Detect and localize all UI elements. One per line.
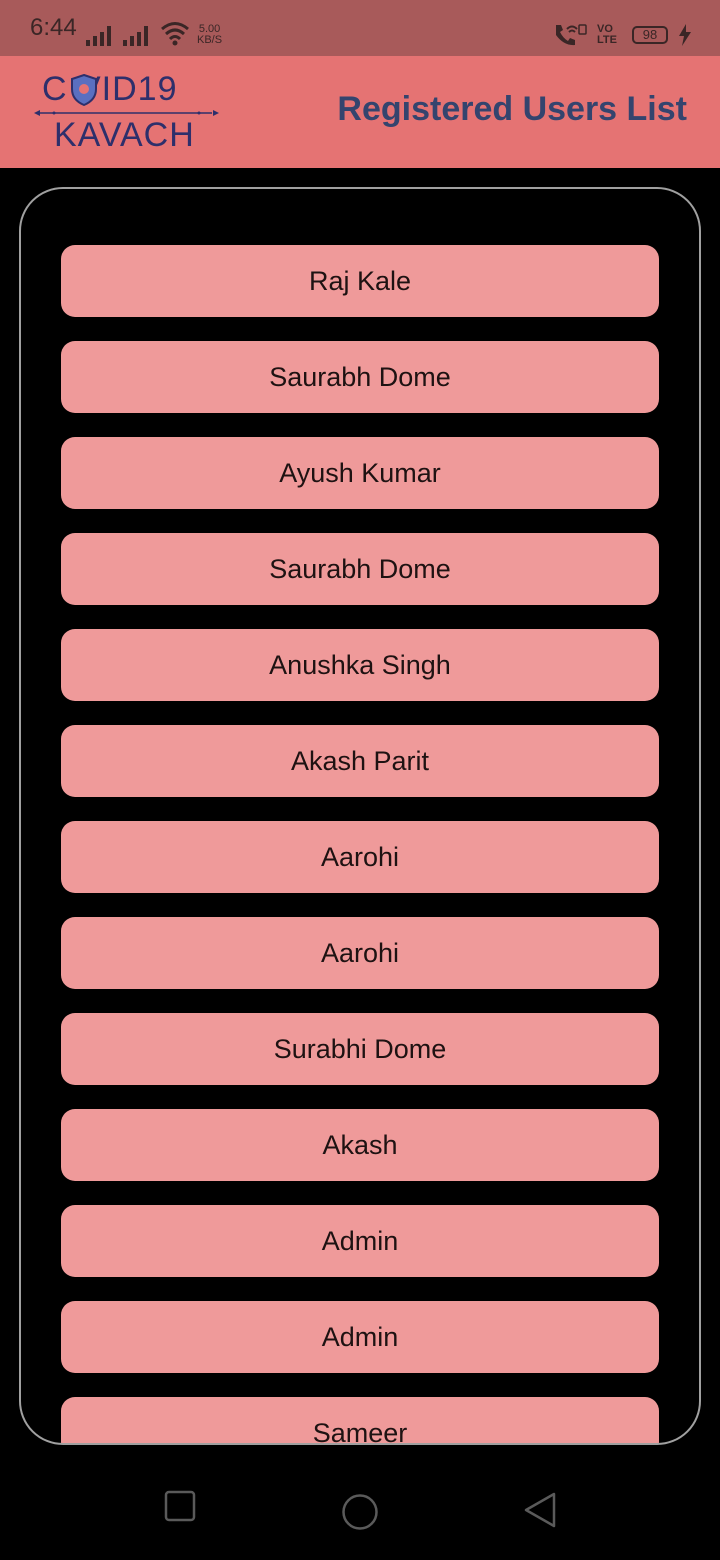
- logo-text-top: C VID19: [42, 70, 178, 108]
- system-nav-bar: [0, 1460, 720, 1560]
- user-name: Saurabh Dome: [269, 361, 451, 392]
- users-list-card[interactable]: Raj Kale Saurabh Dome Ayush Kumar Saurab…: [19, 187, 701, 1445]
- logo-text-bottom: KAVACH: [54, 116, 195, 154]
- square-icon[interactable]: [164, 1490, 196, 1522]
- screen: 6:44 5.00 KB/S VO LTE 98 C VID19 KAVACH …: [0, 0, 720, 1560]
- user-name: Raj Kale: [308, 265, 412, 296]
- user-name: Admin: [321, 1225, 399, 1256]
- user-name: Admin: [321, 1321, 399, 1352]
- wifi-icon: [161, 22, 189, 46]
- covid19-kavach-logo: C VID19 KAVACH: [34, 70, 219, 156]
- user-name: Aarohi: [320, 937, 400, 968]
- triangle-back-icon[interactable]: [522, 1492, 558, 1528]
- status-time: 6:44: [30, 14, 77, 41]
- page-title: Registered Users List: [337, 90, 687, 128]
- app-bar: C VID19 KAVACH Registered Users List: [0, 56, 720, 168]
- user-list-item[interactable]: Akash: [61, 1109, 659, 1181]
- charging-bolt-icon: [679, 24, 691, 46]
- user-list-item[interactable]: Ayush Kumar: [61, 437, 659, 509]
- user-list-item[interactable]: Admin: [61, 1301, 659, 1373]
- volte-indicator: VO LTE: [597, 24, 617, 46]
- user-list-item[interactable]: Raj Kale: [61, 245, 659, 317]
- users-list: Raj Kale Saurabh Dome Ayush Kumar Saurab…: [61, 245, 659, 1445]
- user-list-item[interactable]: Admin: [61, 1205, 659, 1277]
- network-speed: 5.00 KB/S: [197, 24, 222, 46]
- network-speed-unit: KB/S: [197, 34, 223, 46]
- battery-icon: 98: [632, 26, 668, 44]
- user-name: Aarohi: [320, 841, 400, 872]
- user-list-item[interactable]: Aarohi: [61, 821, 659, 893]
- user-list-item[interactable]: Anushka Singh: [61, 629, 659, 701]
- shield-icon: [71, 74, 97, 106]
- user-name: Akash Parit: [290, 745, 430, 776]
- user-list-item[interactable]: Aarohi: [61, 917, 659, 989]
- circle-icon[interactable]: [341, 1493, 379, 1531]
- status-bar: 6:44 5.00 KB/S VO LTE 98: [0, 0, 720, 56]
- user-list-item[interactable]: Sameer: [61, 1397, 659, 1445]
- user-name: Akash: [322, 1129, 398, 1160]
- user-list-item[interactable]: Surabhi Dome: [61, 1013, 659, 1085]
- user-list-item[interactable]: Saurabh Dome: [61, 533, 659, 605]
- battery-level: 98: [642, 27, 658, 42]
- user-list-item[interactable]: Akash Parit: [61, 725, 659, 797]
- signal-strength-icon: [123, 24, 153, 46]
- user-name: Sameer: [312, 1417, 408, 1445]
- user-name: Saurabh Dome: [269, 553, 451, 584]
- wifi-calling-icon: [556, 24, 587, 46]
- volte-line2: LTE: [597, 34, 617, 46]
- user-name: Anushka Singh: [269, 649, 451, 680]
- user-name: Ayush Kumar: [279, 457, 441, 488]
- user-list-item[interactable]: Saurabh Dome: [61, 341, 659, 413]
- user-name: Surabhi Dome: [273, 1033, 447, 1064]
- signal-strength-icon: [86, 24, 116, 46]
